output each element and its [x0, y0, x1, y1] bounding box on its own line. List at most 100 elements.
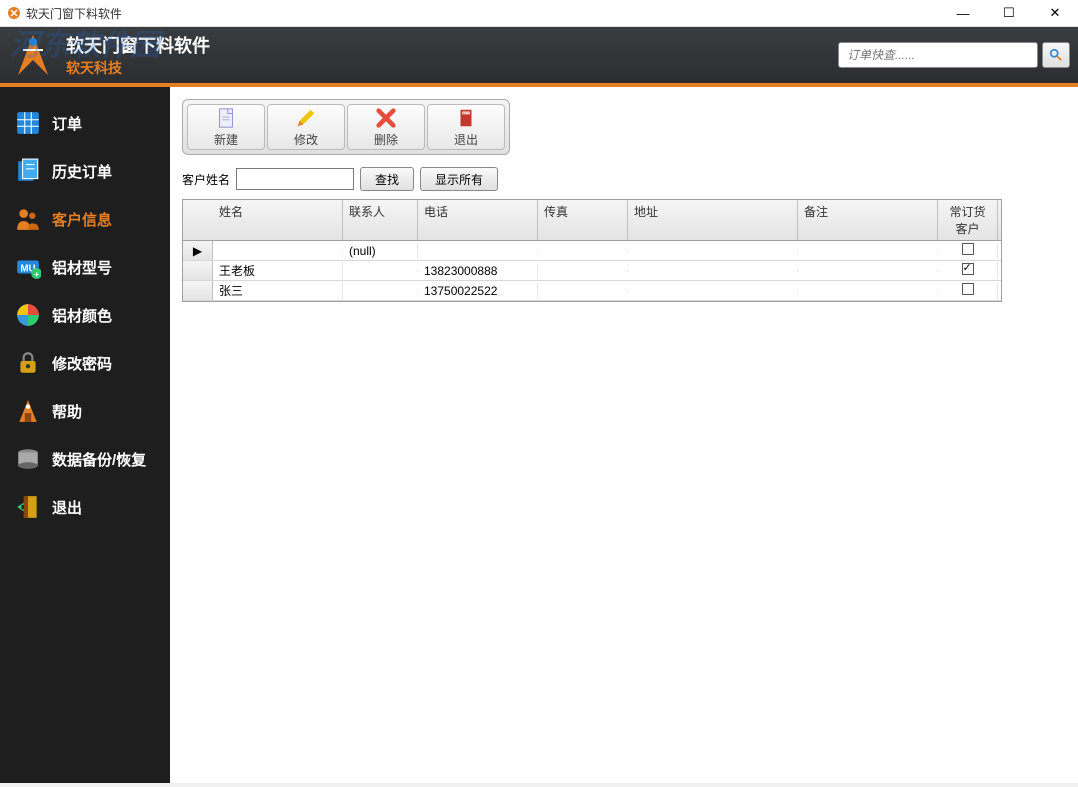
cell-fax[interactable] — [538, 270, 628, 272]
search-icon — [1049, 48, 1063, 62]
sidebar-item-label: 历史订单 — [52, 161, 112, 182]
tool-label: 退出 — [454, 131, 478, 148]
color-wheel-icon — [14, 301, 42, 329]
users-icon — [14, 205, 42, 233]
tool-label: 修改 — [294, 131, 318, 148]
app-header: 软天门窗下料软件 软天科技 — [0, 27, 1078, 87]
sidebar-item-material-color[interactable]: 铝材颜色 — [0, 291, 170, 339]
customer-name-input[interactable] — [236, 168, 354, 190]
sidebar-item-label: 客户信息 — [52, 209, 112, 230]
sidebar-item-label: 铝材型号 — [52, 257, 112, 278]
header-remark[interactable]: 备注 — [798, 200, 938, 240]
main-content: 新建 修改 删除 EXIT 退出 客户姓名 查找 显示所有 — [170, 87, 1078, 783]
maximize-button[interactable]: ☐ — [986, 0, 1032, 27]
filter-label: 客户姓名 — [182, 171, 230, 188]
sidebar-item-label: 帮助 — [52, 401, 82, 422]
cell-phone[interactable]: 13750022522 — [418, 283, 538, 299]
edit-button[interactable]: 修改 — [267, 104, 345, 150]
table-row[interactable]: ▶ (null) — [183, 241, 1001, 261]
frequent-checkbox[interactable] — [962, 283, 974, 295]
header-contact[interactable]: 联系人 — [343, 200, 418, 240]
sidebar: 订单 历史订单 客户信息 MU+ 铝材型号 铝材颜色 修改密码 帮助 数据备份/ — [0, 87, 170, 783]
cell-phone[interactable]: 13823000888 — [418, 263, 538, 279]
app-icon — [6, 5, 22, 21]
sidebar-item-label: 退出 — [52, 497, 82, 518]
help-icon — [14, 397, 42, 425]
header-fax[interactable]: 传真 — [538, 200, 628, 240]
exit-door-icon: EXIT — [455, 107, 477, 129]
search-button[interactable] — [1042, 42, 1070, 68]
sidebar-item-change-password[interactable]: 修改密码 — [0, 339, 170, 387]
cell-phone[interactable] — [418, 250, 538, 252]
tool-label: 新建 — [214, 131, 238, 148]
svg-text:+: + — [34, 269, 39, 279]
material-icon: MU+ — [14, 253, 42, 281]
window-title: 软天门窗下料软件 — [26, 5, 122, 22]
header-title: 软天门窗下料软件 — [66, 32, 210, 58]
sidebar-item-label: 修改密码 — [52, 353, 112, 374]
cell-address[interactable] — [628, 250, 798, 252]
show-all-button[interactable]: 显示所有 — [420, 167, 498, 191]
row-selector[interactable] — [183, 281, 213, 300]
sidebar-item-exit[interactable]: 退出 — [0, 483, 170, 531]
table-header: 姓名 联系人 电话 传真 地址 备注 常订货客户 — [183, 200, 1001, 241]
customer-table: 姓名 联系人 电话 传真 地址 备注 常订货客户 ▶ (null)王老板 13823… — [182, 199, 1002, 302]
exit-button[interactable]: EXIT 退出 — [427, 104, 505, 150]
sidebar-item-history[interactable]: 历史订单 — [0, 147, 170, 195]
exit-icon — [14, 493, 42, 521]
delete-x-icon — [375, 107, 397, 129]
sidebar-item-label: 数据备份/恢复 — [52, 449, 146, 470]
header-frequent[interactable]: 常订货客户 — [938, 200, 998, 240]
main-toolbar: 新建 修改 删除 EXIT 退出 — [182, 99, 510, 155]
cell-name[interactable]: 张三 — [213, 281, 343, 300]
header-phone[interactable]: 电话 — [418, 200, 538, 240]
sidebar-item-help[interactable]: 帮助 — [0, 387, 170, 435]
header-subtitle: 软天科技 — [66, 58, 210, 78]
filter-row: 客户姓名 查找 显示所有 — [182, 167, 1066, 191]
cell-remark[interactable] — [798, 250, 938, 252]
frequent-checkbox[interactable] — [962, 263, 974, 275]
sidebar-item-orders[interactable]: 订单 — [0, 99, 170, 147]
cell-name[interactable] — [213, 250, 343, 252]
new-file-icon — [215, 107, 237, 129]
lock-icon — [14, 349, 42, 377]
search-customer-button[interactable]: 查找 — [360, 167, 414, 191]
cell-frequent[interactable] — [938, 262, 998, 279]
cell-remark[interactable] — [798, 290, 938, 292]
tool-label: 删除 — [374, 131, 398, 148]
table-row[interactable]: 王老板 13823000888 — [183, 261, 1001, 281]
sidebar-item-label: 订单 — [52, 113, 82, 134]
header-address[interactable]: 地址 — [628, 200, 798, 240]
sidebar-item-label: 铝材颜色 — [52, 305, 112, 326]
row-selector[interactable]: ▶ — [183, 241, 213, 260]
cell-contact[interactable] — [343, 290, 418, 292]
cell-fax[interactable] — [538, 290, 628, 292]
new-button[interactable]: 新建 — [187, 104, 265, 150]
cell-contact[interactable] — [343, 270, 418, 272]
close-button[interactable]: ✕ — [1032, 0, 1078, 27]
table-row[interactable]: 张三 13750022522 — [183, 281, 1001, 301]
header-name[interactable]: 姓名 — [213, 200, 343, 240]
cell-remark[interactable] — [798, 270, 938, 272]
svg-text:EXIT: EXIT — [463, 110, 469, 114]
cell-address[interactable] — [628, 290, 798, 292]
docs-icon — [14, 157, 42, 185]
backup-icon — [14, 445, 42, 473]
minimize-button[interactable]: — — [940, 0, 986, 27]
delete-button[interactable]: 删除 — [347, 104, 425, 150]
sidebar-item-material-model[interactable]: MU+ 铝材型号 — [0, 243, 170, 291]
cell-contact[interactable]: (null) — [343, 243, 418, 259]
pencil-icon — [295, 107, 317, 129]
row-selector[interactable] — [183, 261, 213, 280]
grid-icon — [14, 109, 42, 137]
cell-frequent[interactable] — [938, 242, 998, 259]
cell-frequent[interactable] — [938, 282, 998, 299]
cell-address[interactable] — [628, 270, 798, 272]
window-titlebar: 软天门窗下料软件 — ☐ ✕ — [0, 0, 1078, 27]
order-search-input[interactable] — [838, 42, 1038, 68]
cell-fax[interactable] — [538, 250, 628, 252]
cell-name[interactable]: 王老板 — [213, 261, 343, 280]
frequent-checkbox[interactable] — [962, 243, 974, 255]
sidebar-item-customers[interactable]: 客户信息 — [0, 195, 170, 243]
sidebar-item-backup[interactable]: 数据备份/恢复 — [0, 435, 170, 483]
